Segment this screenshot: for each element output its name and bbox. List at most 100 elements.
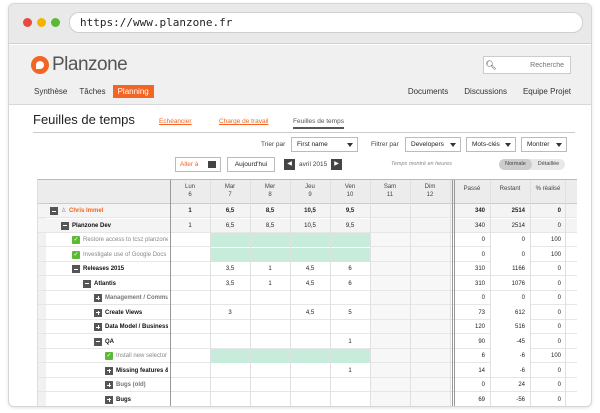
day-hours-cell[interactable]	[290, 335, 330, 349]
day-hours-cell[interactable]	[370, 277, 410, 291]
day-hours-cell[interactable]	[210, 335, 250, 349]
collapse-icon[interactable]	[94, 337, 102, 346]
day-hours-cell[interactable]	[210, 233, 250, 247]
day-hours-cell[interactable]	[250, 291, 290, 305]
day-hours-cell[interactable]: 8,5	[250, 219, 290, 233]
day-hours-cell[interactable]: 1	[250, 277, 290, 291]
day-hours-cell[interactable]: 4,5	[290, 262, 330, 276]
day-hours-cell[interactable]	[370, 320, 410, 334]
day-hours-cell[interactable]	[210, 291, 250, 305]
day-hours-cell[interactable]	[410, 306, 450, 320]
menu-item-equipe-projet[interactable]: Equipe Projet	[523, 87, 571, 96]
day-hours-cell[interactable]	[410, 204, 450, 218]
table-row[interactable]: Planzone Dev 1 6,5 8,5 10,5 9,5 340 2514 0	[38, 218, 577, 233]
day-hours-cell[interactable]	[210, 349, 250, 363]
day-hours-cell[interactable]: 6	[330, 262, 370, 276]
day-hours-cell[interactable]	[410, 248, 450, 262]
day-hours-cell[interactable]	[170, 277, 210, 291]
day-hours-cell[interactable]	[410, 349, 450, 363]
day-hours-cell[interactable]	[170, 364, 210, 378]
menu-item-documents[interactable]: Documents	[408, 87, 448, 96]
checkbox-checked-icon[interactable]: ✓	[72, 236, 80, 244]
day-hours-cell[interactable]	[290, 320, 330, 334]
collapse-icon[interactable]	[83, 279, 91, 288]
table-row[interactable]: ♙ Chris Immel 1 6,5 8,5 10,5 9,5 340 2514 0	[38, 204, 577, 218]
day-hours-cell[interactable]	[330, 320, 370, 334]
day-hours-cell[interactable]	[330, 378, 370, 392]
search-box[interactable]: 🔍︎	[483, 56, 571, 74]
table-row[interactable]: ✓ Restore access to tcsz planzone 0 0 100	[38, 233, 577, 247]
show-select[interactable]: Montrer	[521, 137, 567, 152]
day-hours-cell[interactable]	[330, 233, 370, 247]
day-hours-cell[interactable]	[250, 320, 290, 334]
day-hours-cell[interactable]	[250, 378, 290, 392]
day-hours-cell[interactable]	[290, 349, 330, 363]
menu-item-t-ches[interactable]: Tâches	[74, 85, 110, 98]
prev-month-icon[interactable]: ◀	[284, 159, 295, 170]
table-row[interactable]: Management / Commu 0 0 0	[38, 291, 577, 305]
table-row[interactable]: ✓ Investigate use of Google Docs 0 0 100	[38, 247, 577, 262]
table-row[interactable]: Create Views 3 4,5 5 73 612 0	[38, 305, 577, 320]
day-hours-cell[interactable]	[210, 364, 250, 378]
day-hours-cell[interactable]	[170, 306, 210, 320]
day-hours-cell[interactable]: 1	[250, 262, 290, 276]
day-hours-cell[interactable]	[330, 349, 370, 363]
day-hours-cell[interactable]	[170, 233, 210, 247]
day-hours-cell[interactable]	[410, 335, 450, 349]
menu-item-discussions[interactable]: Discussions	[464, 87, 507, 96]
close-window-dot[interactable]	[23, 18, 32, 27]
day-hours-cell[interactable]	[250, 364, 290, 378]
next-month-icon[interactable]: ▶	[331, 159, 342, 170]
day-hours-cell[interactable]	[370, 219, 410, 233]
day-hours-cell[interactable]	[370, 378, 410, 392]
day-hours-cell[interactable]: 5	[330, 306, 370, 320]
row-label[interactable]: Management / Commu	[105, 291, 168, 305]
row-label[interactable]: Install new selector	[116, 349, 168, 363]
row-label[interactable]: Data Model / Business	[105, 320, 168, 334]
collapse-icon[interactable]	[50, 207, 58, 215]
table-row[interactable]: Releases 2015 3,5 1 4,5 6 310 1166 0	[38, 262, 577, 276]
day-hours-cell[interactable]	[370, 248, 410, 262]
day-hours-cell[interactable]: 6	[330, 277, 370, 291]
day-hours-cell[interactable]: 6,5	[210, 204, 250, 218]
day-hours-cell[interactable]	[410, 262, 450, 276]
table-row[interactable]: Missing features & 1 14 -6 0	[38, 364, 577, 378]
day-hours-cell[interactable]: 1	[170, 219, 210, 233]
day-hours-cell[interactable]	[370, 335, 410, 349]
view-detail-option[interactable]: Détaillée	[532, 159, 565, 170]
table-row[interactable]: Atlantis 3,5 1 4,5 6 310 1076 0	[38, 277, 577, 291]
view-normal-option[interactable]: Normale	[499, 159, 532, 170]
day-hours-cell[interactable]	[370, 204, 410, 218]
day-hours-cell[interactable]: 1	[170, 204, 210, 218]
day-hours-cell[interactable]	[170, 320, 210, 334]
day-hours-cell[interactable]: 1	[330, 335, 370, 349]
row-label[interactable]: Bugs (old)	[116, 378, 168, 392]
collapse-icon[interactable]	[72, 265, 80, 273]
day-hours-cell[interactable]	[290, 393, 330, 407]
expand-icon[interactable]	[94, 294, 102, 302]
keywords-select[interactable]: Mots-clés	[466, 137, 516, 152]
expand-icon[interactable]	[105, 381, 113, 389]
maximize-window-dot[interactable]	[51, 18, 60, 27]
day-hours-cell[interactable]	[210, 393, 250, 407]
row-label[interactable]: QA	[105, 335, 168, 349]
day-hours-cell[interactable]	[330, 393, 370, 407]
address-bar[interactable]: https://www.planzone.fr	[69, 12, 583, 33]
expand-icon[interactable]	[105, 366, 113, 375]
day-hours-cell[interactable]	[170, 378, 210, 392]
day-hours-cell[interactable]	[290, 291, 330, 305]
checkbox-checked-icon[interactable]: ✓	[105, 352, 113, 360]
day-hours-cell[interactable]: 3,5	[210, 262, 250, 276]
day-hours-cell[interactable]	[170, 291, 210, 305]
day-hours-cell[interactable]	[410, 233, 450, 247]
day-hours-cell[interactable]	[370, 262, 410, 276]
day-hours-cell[interactable]	[170, 262, 210, 276]
row-label[interactable]: Missing features &	[116, 364, 168, 378]
sort-select[interactable]: First name	[291, 137, 358, 152]
day-hours-cell[interactable]	[290, 378, 330, 392]
minimize-window-dot[interactable]	[37, 18, 46, 27]
day-hours-cell[interactable]	[410, 364, 450, 378]
day-hours-cell[interactable]	[330, 248, 370, 262]
day-hours-cell[interactable]	[370, 291, 410, 305]
expand-icon[interactable]	[94, 308, 102, 317]
